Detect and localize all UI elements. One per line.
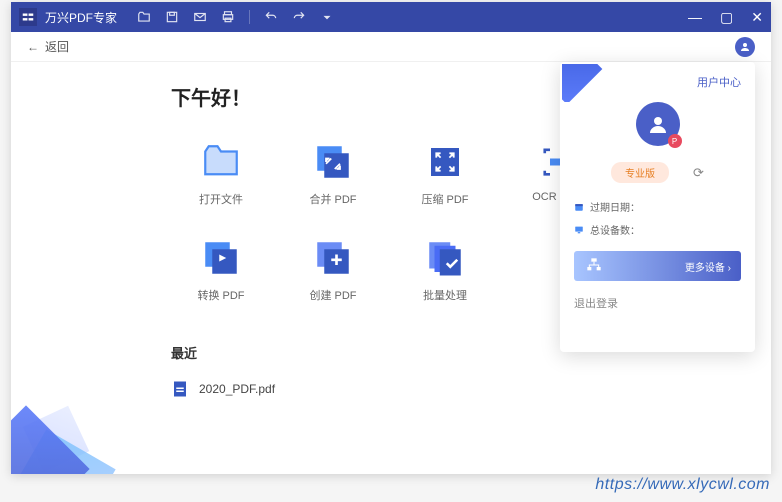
undo-icon[interactable] (264, 10, 278, 24)
action-label: 转换 PDF (197, 287, 244, 303)
action-compress-pdf[interactable]: 压缩 PDF (395, 141, 495, 207)
titlebar: 万兴PDF专家 — ▢ ✕ (11, 2, 771, 32)
app-title: 万兴PDF专家 (45, 9, 117, 26)
user-center-panel: 用户中心 P 专业版 ⟳ 过期日期： 总设备数： 更多设备 › 退出 (560, 62, 755, 352)
more-devices-button[interactable]: 更多设备 › (574, 251, 741, 281)
calendar-icon (574, 202, 584, 212)
arrow-left-icon: ← (27, 40, 39, 54)
logout-button[interactable]: 退出登录 (574, 295, 741, 311)
merge-icon (312, 141, 354, 183)
divider (249, 10, 250, 24)
convert-icon (200, 237, 242, 279)
user-avatar-icon: P (636, 102, 680, 146)
action-label: 创建 PDF (309, 287, 356, 303)
app-window: 万兴PDF专家 — ▢ ✕ ← 返回 下午好！ (11, 2, 771, 474)
user-center-title[interactable]: 用户中心 (574, 74, 741, 90)
action-batch-process[interactable]: 批量处理 (395, 237, 495, 303)
maximize-icon[interactable]: ▢ (720, 9, 733, 26)
expiry-info: 过期日期： (574, 199, 741, 214)
action-label: 合并 PDF (309, 191, 356, 207)
close-icon[interactable]: ✕ (751, 9, 763, 26)
recent-file-name: 2020_PDF.pdf (199, 382, 275, 396)
recent-file-item[interactable]: 2020_PDF.pdf (171, 374, 731, 404)
subbar: ← 返回 (11, 32, 771, 62)
action-convert-pdf[interactable]: 转换 PDF (171, 237, 271, 303)
action-label: 压缩 PDF (421, 191, 468, 207)
action-label: 打开文件 (199, 191, 243, 207)
toolbar-icons (137, 10, 334, 24)
user-avatar-button[interactable] (735, 37, 755, 57)
version-row: 专业版 ⟳ (574, 162, 741, 183)
refresh-icon[interactable]: ⟳ (693, 165, 704, 181)
action-open-file[interactable]: 打开文件 (171, 141, 271, 207)
folder-icon (200, 141, 242, 183)
user-badge: P (668, 134, 682, 148)
create-icon (312, 237, 354, 279)
mail-icon[interactable] (193, 10, 207, 24)
compress-icon (424, 141, 466, 183)
more-icon[interactable] (320, 10, 334, 24)
pdf-file-icon (171, 380, 189, 398)
app-logo-icon (19, 8, 37, 26)
back-label: 返回 (45, 38, 69, 55)
action-create-pdf[interactable]: 创建 PDF (283, 237, 383, 303)
recent-section: 最近 2020_PDF.pdf (171, 343, 731, 404)
more-devices-label: 更多设备 › (685, 259, 731, 274)
devices-network-icon (584, 257, 604, 276)
devices-label: 总设备数： (590, 222, 640, 237)
minimize-icon[interactable]: — (688, 9, 702, 26)
expiry-label: 过期日期： (590, 199, 640, 214)
save-icon[interactable] (165, 10, 179, 24)
batch-icon (424, 237, 466, 279)
version-badge: 专业版 (611, 162, 669, 183)
action-label: 批量处理 (423, 287, 467, 303)
print-icon[interactable] (221, 10, 235, 24)
devices-info: 总设备数： (574, 222, 741, 237)
window-controls: — ▢ ✕ (688, 9, 763, 26)
action-merge-pdf[interactable]: 合并 PDF (283, 141, 383, 207)
back-button[interactable]: ← 返回 (27, 38, 69, 55)
watermark-text: https://www.xlycwl.com (595, 476, 770, 494)
monitor-icon (574, 225, 584, 235)
redo-icon[interactable] (292, 10, 306, 24)
folder-open-icon[interactable] (137, 10, 151, 24)
